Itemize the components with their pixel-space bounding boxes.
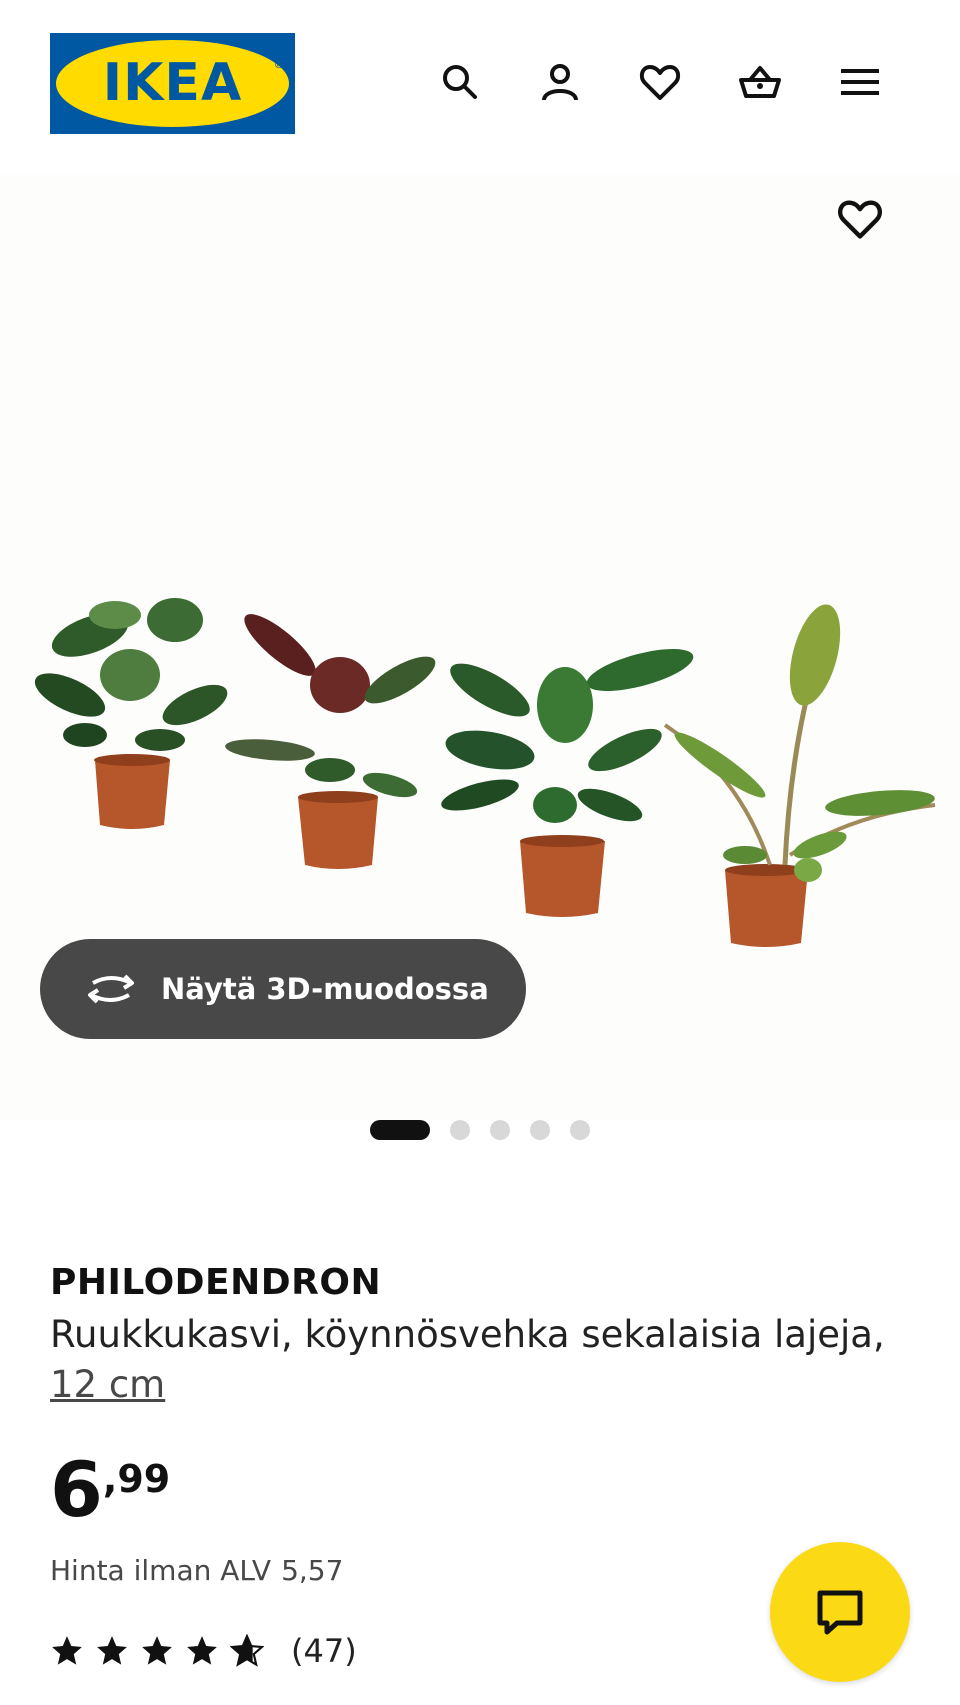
chat-bubble-icon	[817, 1590, 863, 1635]
view-3d-label: Näytä 3D-muodossa	[161, 972, 489, 1006]
star-icon	[97, 1636, 127, 1665]
product-price: 6 ,99	[50, 1448, 170, 1532]
view-3d-button[interactable]: Näytä 3D-muodossa	[40, 939, 526, 1039]
plant-2	[225, 614, 436, 869]
product-description-text: Ruukkukasvi, köynnösvehka sekalaisia laj…	[50, 1313, 885, 1356]
chat-button[interactable]	[770, 1542, 910, 1682]
pagination-dot-3[interactable]	[490, 1120, 510, 1140]
product-description: Ruukkukasvi, köynnösvehka sekalaisia laj…	[50, 1310, 920, 1410]
wishlist-heart-icon[interactable]	[635, 57, 685, 107]
heart-outline-icon[interactable]	[836, 195, 884, 243]
gallery-pagination	[370, 1119, 590, 1141]
logo-registered-mark: ®	[274, 59, 283, 71]
star-icon	[142, 1636, 172, 1665]
star-icon	[187, 1636, 217, 1665]
price-excl-vat: Hinta ilman ALV 5,57	[50, 1554, 343, 1587]
search-icon[interactable]	[435, 57, 485, 107]
pagination-dot-5[interactable]	[570, 1120, 590, 1140]
logo-text: IKEA	[102, 53, 243, 113]
ikea-logo[interactable]: IKEA ®	[50, 33, 295, 134]
hamburger-menu-icon[interactable]	[835, 57, 885, 107]
product-rating[interactable]: (47)	[50, 1632, 357, 1670]
pagination-dot-4[interactable]	[530, 1120, 550, 1140]
site-header: IKEA ®	[0, 0, 960, 170]
product-size-link[interactable]: 12 cm	[50, 1363, 165, 1406]
star-partial-icon	[230, 1634, 264, 1667]
price-decimal: ,99	[102, 1457, 171, 1501]
rotate-arrows-icon	[88, 974, 134, 1004]
plant-3	[441, 648, 694, 917]
vat-value: 5,57	[281, 1554, 344, 1587]
pagination-dot-1[interactable]	[370, 1120, 430, 1140]
product-image-plants	[34, 598, 936, 947]
plant-1	[34, 598, 228, 829]
rating-count: (47)	[291, 1632, 357, 1670]
shopping-basket-icon[interactable]	[735, 57, 785, 107]
account-icon[interactable]	[535, 57, 585, 107]
plant-4	[663, 604, 936, 947]
price-integer: 6	[50, 1445, 103, 1534]
star-icon	[52, 1636, 82, 1665]
pagination-dot-2[interactable]	[450, 1120, 470, 1140]
product-name: PHILODENDRON	[50, 1262, 382, 1303]
vat-label: Hinta ilman ALV	[50, 1554, 272, 1587]
